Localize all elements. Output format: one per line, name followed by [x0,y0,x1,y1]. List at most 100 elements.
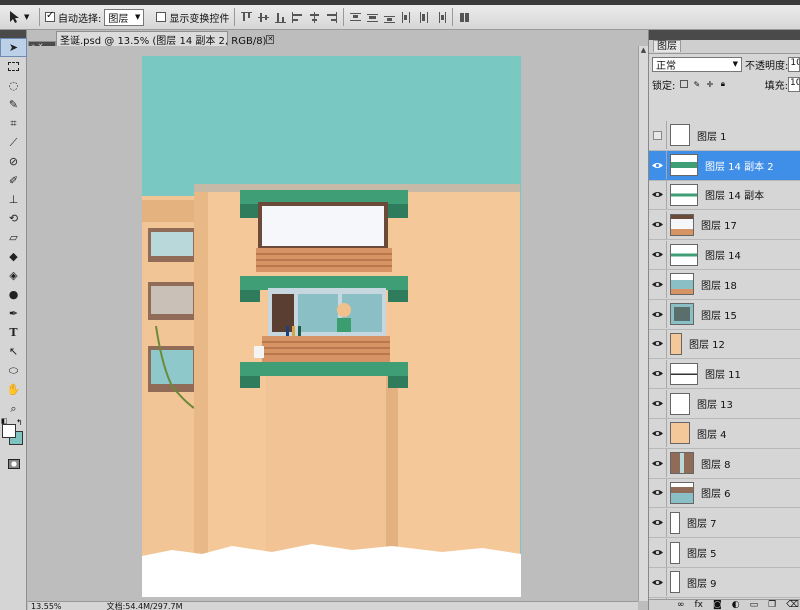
eye-icon[interactable] [649,359,667,388]
eye-icon[interactable] [649,180,667,209]
lock-all-icon[interactable]: 🔒︎ [718,79,727,89]
crop-tool-button[interactable]: ⌗ [0,114,27,133]
stamp-tool-button[interactable]: ⊥ [0,190,27,209]
path-select-tool-button[interactable]: ↖ [0,342,27,361]
distribute-vcenter-icon[interactable] [366,11,379,24]
new-group-icon[interactable]: ▭ [750,600,759,610]
eye-icon[interactable] [649,329,667,358]
move-tool-button[interactable]: ➤ [0,38,27,57]
blend-mode-dropdown[interactable]: 正常 ▼ [652,56,743,72]
eye-icon[interactable] [649,300,667,329]
lasso-tool-button[interactable]: ◌ [0,76,27,95]
close-icon[interactable]: ✕ [266,34,275,44]
eye-icon[interactable] [649,508,667,537]
shape-tool-button[interactable]: ⬭ [0,361,27,380]
document-tab[interactable]: 圣诞.psd @ 13.5% (图层 14 副本 2, RGB/8) ✕ [56,31,275,47]
swap-colors-icon[interactable]: ↰ [16,418,23,427]
eye-icon[interactable] [649,240,667,269]
paint-bucket-tool-button[interactable]: ◆ [0,247,27,266]
align-left-edges-icon[interactable] [291,11,304,24]
layer-row[interactable]: 图层 13 [649,389,800,419]
lock-transparent-icon[interactable] [679,80,688,89]
canvas[interactable] [142,56,521,597]
lock-pixels-icon[interactable]: ✎ [692,80,701,89]
eye-icon[interactable] [649,478,667,507]
layer-style-icon[interactable]: fx [695,600,704,610]
link-layers-icon[interactable]: ∞ [677,600,685,610]
show-transform-checkbox[interactable] [156,12,167,22]
scroll-up-icon[interactable]: ▲ [639,46,648,56]
toolbox-header[interactable] [0,30,26,38]
panel-header-bar[interactable] [649,30,800,40]
eye-icon[interactable] [649,419,667,448]
align-vertical-centers-icon[interactable] [257,11,270,24]
align-bottom-edges-icon[interactable] [274,11,287,24]
layer-row[interactable]: 图层 18 [649,270,800,300]
eye-icon[interactable] [649,538,667,567]
distribute-bottom-icon[interactable] [383,11,396,24]
eyedropper-tool-button[interactable]: ⟋ [0,133,27,152]
layer-row[interactable]: 图层 7 [649,508,800,539]
distribute-hcenter-icon[interactable] [417,11,430,24]
eraser-tool-button[interactable]: ▱ [0,228,27,247]
healing-tool-button[interactable]: ⊘ [0,152,27,171]
brush-tool-button[interactable]: ✐ [0,171,27,190]
type-tool-button[interactable]: T [0,323,27,342]
layer-row[interactable]: 图层 1 [649,121,800,151]
layer-row[interactable]: 图层 4 [649,419,800,449]
layer-row[interactable]: 图层 9 [649,568,800,598]
fill-input[interactable]: 10 [788,76,800,92]
vertical-scrollbar[interactable]: ▲ [638,46,648,601]
layer-row[interactable]: 图层 12 [649,329,800,360]
distribute-left-icon[interactable] [400,11,413,24]
layer-row[interactable]: 图层 15 [649,300,800,330]
layer-row[interactable]: 图层 14 [649,240,800,270]
layer-row[interactable]: 图层 6 [649,478,800,509]
history-brush-tool-button[interactable]: ⟲ [0,209,27,228]
auto-select-dropdown[interactable]: 图层 ▼ [104,8,145,26]
layer-row[interactable]: 图层 11 [649,359,800,390]
document-size-info[interactable]: 文档:54.4M/297.7M [107,602,183,610]
move-tool-preset[interactable]: ▼ [8,10,34,24]
visibility-toggle[interactable] [649,121,667,150]
layers-tab[interactable]: 图层 [649,40,800,54]
align-top-edges-icon[interactable] [240,11,253,24]
eye-icon[interactable] [649,210,667,239]
auto-align-layers-icon[interactable] [458,11,471,24]
zoom-level[interactable]: 13.55% [31,602,62,610]
distribute-top-icon[interactable] [349,11,362,24]
auto-select-checkbox[interactable] [45,10,55,22]
distribute-right-icon[interactable] [434,11,447,24]
quick-select-tool-button[interactable]: ✎ [0,95,27,114]
eye-icon[interactable] [649,270,667,299]
lock-position-icon[interactable]: ✛ [705,80,714,89]
layer-row[interactable]: 图层 14 副本 [649,180,800,211]
eye-icon[interactable] [649,389,667,418]
dodge-tool-button[interactable]: ● [0,285,27,304]
quick-mask-button[interactable] [0,454,27,473]
eye-icon[interactable] [649,449,667,478]
blur-tool-button[interactable]: ◈ [0,266,27,285]
adjustment-layer-icon[interactable]: ◐ [732,600,740,610]
ellipse-icon: ⬭ [8,363,19,377]
photoshop-window: ▼ 自动选择: 图层 ▼ 显示变换控件 [0,0,800,610]
layer-row[interactable]: 图层 5 [649,538,800,568]
layer-row[interactable]: 图层 14 副本 2 [649,150,800,181]
marquee-tool-button[interactable] [0,57,27,76]
trash-icon[interactable]: ⌫ [786,600,799,610]
layer-row[interactable]: 图层 8 [649,449,800,479]
align-right-edges-icon[interactable] [325,11,338,24]
layer-thumbnail [670,541,680,564]
opacity-input[interactable]: 10 [788,56,800,72]
zoom-tool-button[interactable]: ⌕ [0,399,27,418]
layer-row[interactable]: 图层 17 [649,210,800,241]
layer-name: 图层 6 [701,489,731,501]
align-horizontal-centers-icon[interactable] [308,11,321,24]
hand-tool-button[interactable]: ✋ [0,380,27,399]
eye-icon[interactable] [649,568,667,597]
new-layer-icon[interactable]: ❐ [768,600,776,610]
foreground-color-swatch[interactable] [2,424,16,438]
layer-mask-icon[interactable]: ◙ [713,600,722,610]
eye-icon[interactable] [649,151,667,180]
pen-tool-button[interactable]: ✒ [0,304,27,323]
